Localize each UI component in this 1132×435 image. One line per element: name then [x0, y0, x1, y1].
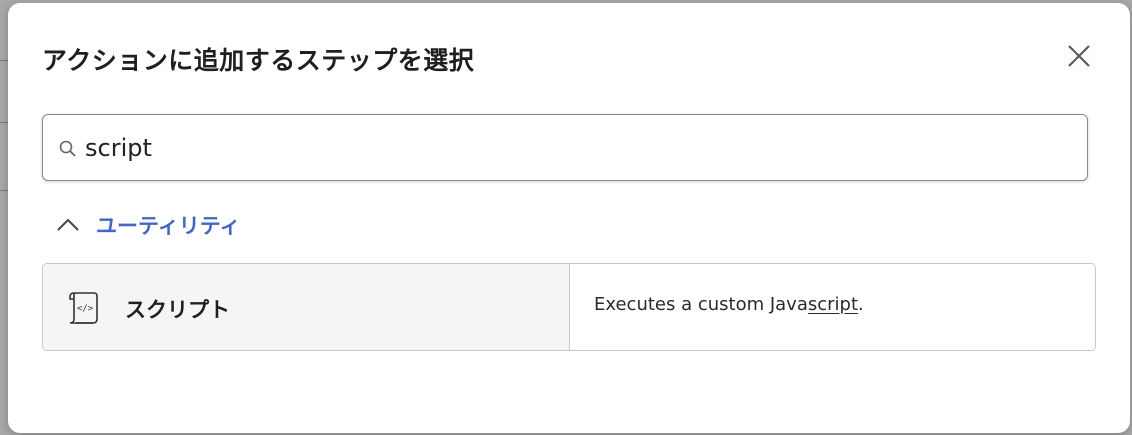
add-step-dialog: アクションに追加するステップを選択 ユーティリティ </> スクリプト	[8, 3, 1130, 433]
description-match: script	[807, 294, 859, 315]
search-input[interactable]	[85, 129, 1065, 167]
category-toggle-utility[interactable]: ユーティリティ	[54, 207, 240, 243]
step-name-cell: </> スクリプト	[43, 264, 570, 350]
script-icon: </>	[69, 292, 98, 324]
category-label: ユーティリティ	[96, 214, 241, 238]
search-icon	[59, 140, 76, 157]
close-icon	[1068, 45, 1090, 67]
chevron-up-icon	[57, 218, 79, 231]
step-result-script[interactable]: </> スクリプト Executes a custom Javascript.	[42, 263, 1096, 351]
step-description: Executes a custom Javascript.	[594, 294, 864, 315]
svg-text:</>: </>	[77, 304, 94, 314]
description-suffix: .	[858, 294, 864, 315]
step-description-cell: Executes a custom Javascript.	[570, 264, 1095, 350]
search-field[interactable]	[42, 114, 1088, 181]
dialog-title: アクションに追加するステップを選択	[42, 46, 475, 75]
description-prefix: Executes a custom Java	[594, 294, 808, 315]
step-name: スクリプト	[125, 298, 230, 322]
close-button[interactable]	[1064, 41, 1094, 71]
